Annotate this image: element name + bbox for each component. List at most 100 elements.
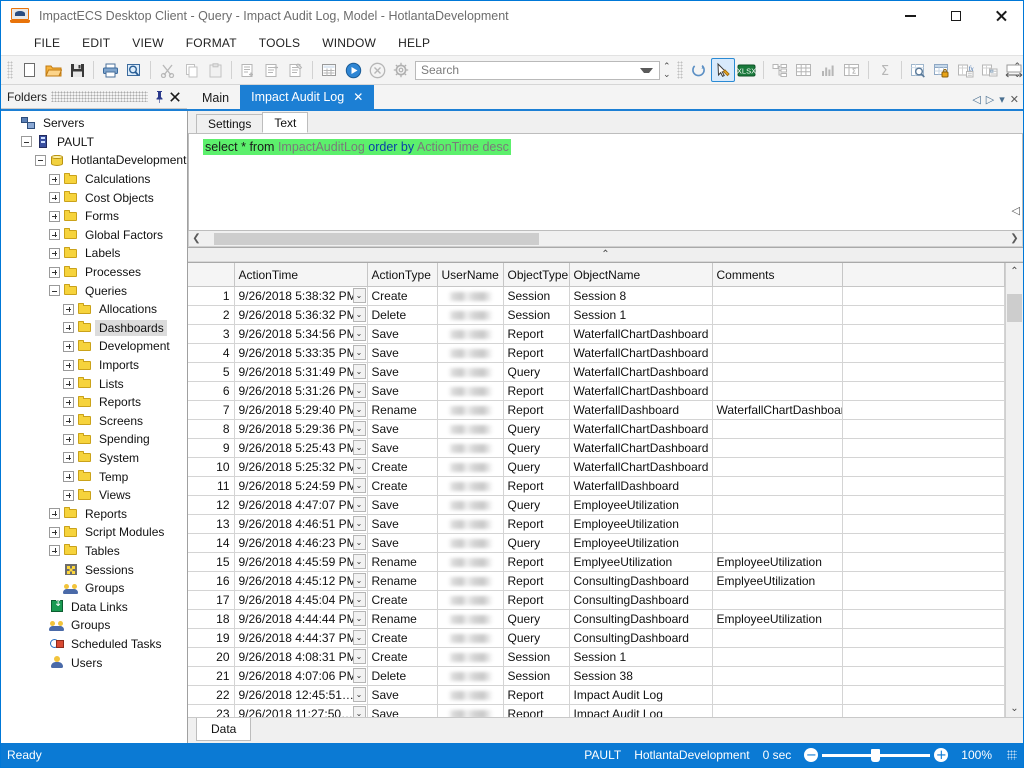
- cell-objecttype[interactable]: Report: [503, 514, 570, 534]
- cell-comments[interactable]: [712, 647, 843, 667]
- table-row[interactable]: 10 9/26/2018 5:25:32 PM ⌄ Create Query Waterf…: [188, 457, 1005, 477]
- tab-main[interactable]: Main: [191, 87, 241, 109]
- vscroll-thumb[interactable]: [1007, 294, 1022, 322]
- calculator-grid-icon[interactable]: [317, 58, 341, 82]
- new-sheet-icon[interactable]: [260, 58, 284, 82]
- expand-plus-icon[interactable]: [63, 340, 74, 352]
- cell-actiontime[interactable]: 9/26/2018 4:44:44 PM ⌄: [234, 609, 368, 629]
- expand-plus-icon[interactable]: [49, 229, 60, 241]
- row-number[interactable]: 6: [188, 381, 235, 401]
- cell-actiontype[interactable]: Delete: [367, 305, 438, 325]
- cell-actiontime[interactable]: 9/26/2018 5:25:43 PM ⌄: [234, 438, 368, 458]
- row-number[interactable]: 14: [188, 533, 235, 553]
- row-number[interactable]: 4: [188, 343, 235, 363]
- cell-username-redacted[interactable]: [437, 419, 504, 439]
- cell-filler[interactable]: [842, 704, 1005, 717]
- table-icon[interactable]: [792, 58, 816, 82]
- tree-item-servers[interactable]: Servers: [1, 114, 187, 133]
- cell-objectname[interactable]: WaterfallDashboard: [569, 476, 713, 496]
- table-row[interactable]: 13 9/26/2018 4:46:51 PM ⌄ Save Report Employe…: [188, 514, 1005, 534]
- cell-objecttype[interactable]: Report: [503, 400, 570, 420]
- panel-drag-dots[interactable]: [51, 91, 148, 102]
- cell-actiontime[interactable]: 9/26/2018 4:46:51 PM ⌄: [234, 514, 368, 534]
- cell-comments[interactable]: EmployeeUtilization: [712, 609, 843, 629]
- cut-scissors-icon[interactable]: [155, 58, 179, 82]
- cell-actiontime[interactable]: 9/26/2018 4:45:04 PM ⌄: [234, 590, 368, 610]
- cell-dropdown-icon[interactable]: ⌄: [352, 288, 366, 303]
- cell-filler[interactable]: [842, 324, 1005, 344]
- field-list-icon[interactable]: [978, 58, 1002, 82]
- row-number[interactable]: 7: [188, 400, 235, 420]
- toolbar-overflow-spinner[interactable]: ⌃ ⌄: [1013, 62, 1021, 79]
- cell-actiontype[interactable]: Create: [367, 647, 438, 667]
- table-row[interactable]: 12 9/26/2018 4:47:07 PM ⌄ Save Query Employee…: [188, 495, 1005, 515]
- cell-actiontype[interactable]: Save: [367, 324, 438, 344]
- cell-actiontime[interactable]: 9/26/2018 5:33:35 PM ⌄: [234, 343, 368, 363]
- menu-view[interactable]: VIEW: [121, 33, 174, 53]
- cell-username-redacted[interactable]: [437, 571, 504, 591]
- table-row[interactable]: 19 9/26/2018 4:44:37 PM ⌄ Create Query Consul…: [188, 628, 1005, 648]
- cell-filler[interactable]: [842, 647, 1005, 667]
- cell-actiontype[interactable]: Rename: [367, 571, 438, 591]
- collapse-minus-icon[interactable]: [35, 154, 46, 166]
- cell-dropdown-icon[interactable]: ⌄: [352, 497, 366, 512]
- cell-comments[interactable]: [712, 305, 843, 325]
- tree-item-labels[interactable]: Labels: [1, 244, 187, 263]
- column-header-objectname[interactable]: ObjectName: [569, 263, 713, 287]
- cell-filler[interactable]: [842, 457, 1005, 477]
- cell-actiontype[interactable]: Create: [367, 457, 438, 477]
- cell-objectname[interactable]: ConsultingDashboard: [569, 590, 713, 610]
- cell-dropdown-icon[interactable]: ⌄: [352, 687, 366, 702]
- tab-data[interactable]: Data: [196, 718, 252, 741]
- tree-item-spending[interactable]: Spending: [1, 430, 187, 449]
- cell-actiontype[interactable]: Save: [367, 419, 438, 439]
- tree-item-allocations[interactable]: Allocations: [1, 300, 187, 319]
- cell-objectname[interactable]: EmployeeUtilization: [569, 495, 713, 515]
- row-number[interactable]: 5: [188, 362, 235, 382]
- menu-window[interactable]: WINDOW: [311, 33, 387, 53]
- tree-item-global-factors[interactable]: Global Factors: [1, 226, 187, 245]
- cell-actiontime[interactable]: 9/26/2018 5:31:49 PM ⌄: [234, 362, 368, 382]
- cell-objecttype[interactable]: Session: [503, 666, 570, 686]
- cell-filler[interactable]: [842, 628, 1005, 648]
- row-number[interactable]: 13: [188, 514, 235, 534]
- table-row[interactable]: 21 9/26/2018 4:07:06 PM ⌄ Delete Session Sess…: [188, 666, 1005, 686]
- cell-username-redacted[interactable]: [437, 704, 504, 717]
- cell-dropdown-icon[interactable]: ⌄: [352, 592, 366, 607]
- tree-item-data-links[interactable]: Data Links: [1, 597, 187, 616]
- cell-actiontype[interactable]: Rename: [367, 552, 438, 572]
- row-number[interactable]: 19: [188, 628, 235, 648]
- expand-plus-icon[interactable]: [63, 433, 74, 445]
- cell-objectname[interactable]: WaterfallChartDashboard: [569, 457, 713, 477]
- expand-plus-icon[interactable]: [49, 526, 60, 538]
- cell-actiontype[interactable]: Create: [367, 628, 438, 648]
- sql-editor[interactable]: select * from ImpactAuditLog order by Ac…: [188, 133, 1023, 231]
- cell-objectname[interactable]: WaterfallChartDashboard: [569, 381, 713, 401]
- cell-filler[interactable]: [842, 533, 1005, 553]
- results-grid[interactable]: ActionTime ActionType UserName ObjectType Ob…: [188, 263, 1005, 717]
- table-lock-icon[interactable]: [930, 58, 954, 82]
- column-header-objecttype[interactable]: ObjectType: [503, 263, 570, 287]
- expand-plus-icon[interactable]: [63, 359, 74, 371]
- cell-filler[interactable]: [842, 590, 1005, 610]
- minimize-button[interactable]: [888, 1, 933, 31]
- expand-plus-icon[interactable]: [63, 303, 74, 315]
- table-row[interactable]: 14 9/26/2018 4:46:23 PM ⌄ Save Query Employee…: [188, 533, 1005, 553]
- expand-plus-icon[interactable]: [63, 489, 74, 501]
- expand-plus-icon[interactable]: [49, 247, 60, 259]
- cell-username-redacted[interactable]: [437, 305, 504, 325]
- chevron-down-icon[interactable]: [640, 67, 653, 73]
- cell-filler[interactable]: [842, 476, 1005, 496]
- row-number[interactable]: 15: [188, 552, 235, 572]
- toolbar-grip-2[interactable]: [676, 61, 683, 79]
- cell-username-redacted[interactable]: [437, 400, 504, 420]
- expand-plus-icon[interactable]: [49, 508, 60, 520]
- cell-objecttype[interactable]: Query: [503, 495, 570, 515]
- cell-comments[interactable]: [712, 476, 843, 496]
- cell-objecttype[interactable]: Query: [503, 419, 570, 439]
- cell-objecttype[interactable]: Session: [503, 305, 570, 325]
- cell-username-redacted[interactable]: [437, 495, 504, 515]
- menu-tools[interactable]: TOOLS: [248, 33, 311, 53]
- cell-comments[interactable]: [712, 343, 843, 363]
- row-number[interactable]: 12: [188, 495, 235, 515]
